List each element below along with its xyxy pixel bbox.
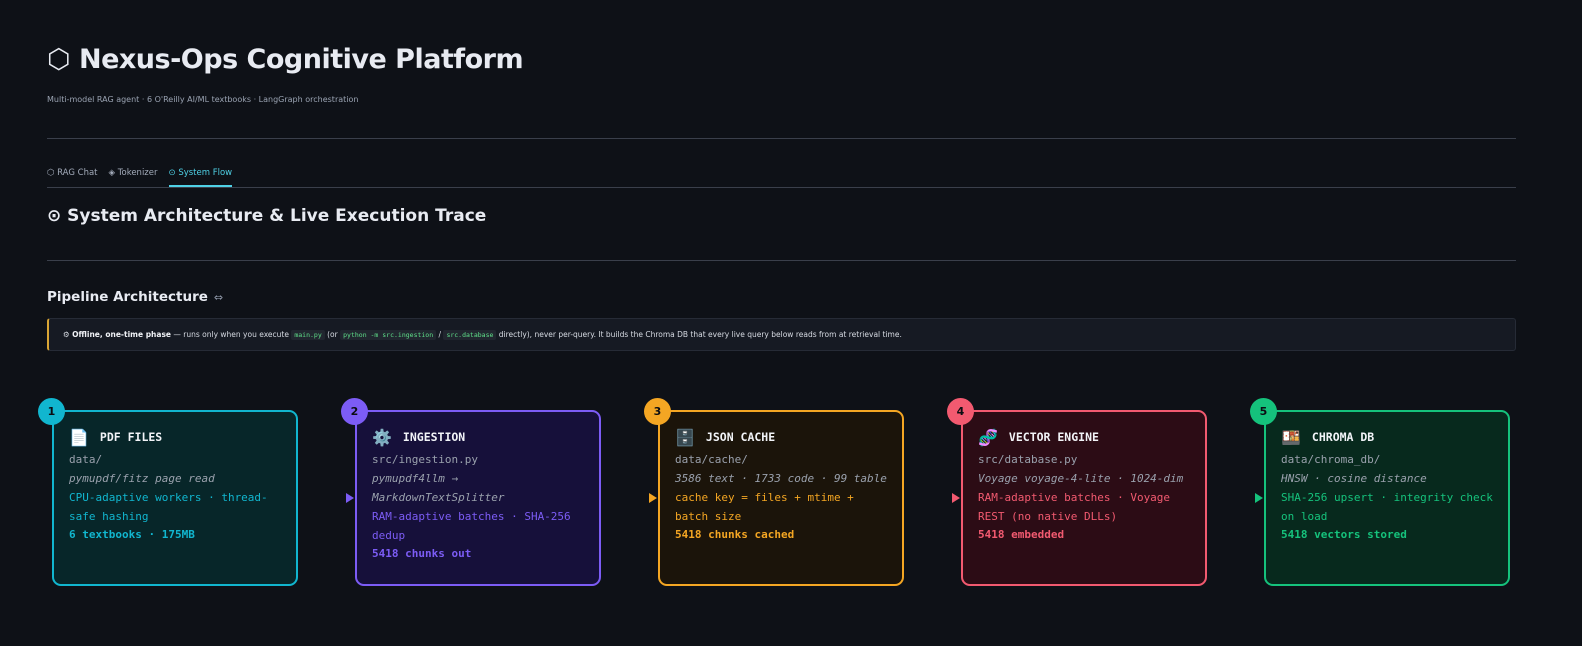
- divider: [47, 260, 1516, 261]
- stage-tool: pymupdf/fitz page read: [69, 472, 215, 485]
- stage-card: 📄 PDF FILES data/pymupdf/fitz page read CPU…: [52, 410, 298, 586]
- notice-code: python -m src.ingestion: [340, 330, 437, 340]
- document-icon: 📄: [69, 428, 89, 447]
- stage-tool: HNSW · cosine distance: [1281, 472, 1427, 485]
- stage-detail: RAM-adaptive batches · Voyage REST (no n…: [978, 491, 1171, 523]
- gear-icon: ⚙️: [372, 428, 392, 447]
- pipeline-heading-text: Pipeline Architecture: [47, 289, 208, 305]
- stage-detail: SHA-256 upsert · integrity check on load: [1281, 491, 1493, 523]
- stage-stat: 5418 chunks cached: [675, 528, 795, 541]
- stage-path: src/ingestion.py: [372, 453, 478, 466]
- stage-path: data/chroma_db/: [1281, 453, 1381, 466]
- stage-number-badge: 4: [947, 398, 974, 425]
- stage-path: data/: [69, 453, 103, 466]
- stage-stat: 5418 embedded: [978, 528, 1065, 541]
- divider: [47, 138, 1516, 139]
- stage-tool: pymupdf4llm → MarkdownTextSplitter: [372, 472, 505, 504]
- flow-connector: [601, 492, 657, 504]
- stage-tool: 3586 text · 1733 code · 99 table: [675, 472, 887, 485]
- link-icon[interactable]: ⇔: [214, 291, 223, 304]
- notice-code: src.database: [443, 330, 497, 340]
- notice-text: — runs only when you execute: [171, 330, 292, 339]
- stage-title: VECTOR ENGINE: [1008, 430, 1099, 444]
- tab-bar: ⬡ RAG Chat ◈ Tokenizer ⊙ System Flow: [47, 168, 232, 187]
- stage-card: 🍱 CHROMA DB data/chroma_db/HNSW · cosine d…: [1264, 410, 1510, 586]
- tab-system-flow[interactable]: ⊙ System Flow: [168, 168, 232, 187]
- notice-text: directly), never per-query. It builds th…: [496, 330, 902, 339]
- stage-title-row: 🗄️ JSON CACHE: [675, 428, 890, 447]
- stage-title-row: ⚙️ INGESTION: [372, 428, 587, 447]
- stage-number-badge: 2: [341, 398, 368, 425]
- page-subtitle: Multi-model RAG agent · 6 O'Reilly AI/ML…: [47, 95, 359, 104]
- flow-connector: [904, 492, 960, 504]
- page-title: ⬡ Nexus-Ops Cognitive Platform: [47, 44, 524, 75]
- stage-title-row: 🍱 CHROMA DB: [1281, 428, 1496, 447]
- stage-stat: 6 textbooks · 175MB: [69, 528, 195, 541]
- notice-code: main.py: [291, 330, 325, 340]
- stage-title-row: 🧬 VECTOR ENGINE: [978, 428, 1193, 447]
- stage-number-badge: 1: [38, 398, 65, 425]
- stage-stat: 5418 chunks out: [372, 547, 472, 560]
- stage-detail: cache key = files + mtime + batch size: [675, 491, 854, 523]
- gear-icon: ⚙: [63, 330, 70, 339]
- stage-title: CHROMA DB: [1311, 430, 1375, 444]
- flow-connector: [1207, 492, 1263, 504]
- notice-text: (or: [324, 330, 341, 339]
- stage-path: data/cache/: [675, 453, 748, 466]
- stage-title-row: 📄 PDF FILES: [69, 428, 284, 447]
- stage-path: src/database.py: [978, 453, 1078, 466]
- tab-divider: [47, 187, 1516, 188]
- stage-title: JSON CACHE: [705, 430, 776, 444]
- database-icon: 🍱: [1281, 428, 1301, 447]
- stage-card: 🧬 VECTOR ENGINE src/database.py Voyage voya…: [961, 410, 1207, 586]
- stage-title: PDF FILES: [99, 430, 163, 444]
- stage-card: ⚙️ INGESTION src/ingestion.py pymupdf4llm →…: [355, 410, 601, 586]
- stage-number-badge: 3: [644, 398, 671, 425]
- stage-tool: Voyage voyage-4-lite · 1024-dim: [978, 472, 1184, 485]
- notice-bold: Offline, one-time phase: [72, 330, 172, 339]
- stage-card: 🗄️ JSON CACHE data/cache/3586 text · 1733 …: [658, 410, 904, 586]
- tab-tokenizer[interactable]: ◈ Tokenizer: [109, 168, 158, 186]
- stage-title: INGESTION: [402, 430, 466, 444]
- offline-phase-notice: ⚙ Offline, one-time phase — runs only wh…: [47, 318, 1516, 351]
- flow-connector: [298, 492, 354, 504]
- stage-detail: RAM-adaptive batches · SHA-256 dedup: [372, 510, 571, 542]
- section-title: ⊙ System Architecture & Live Execution T…: [47, 206, 487, 226]
- pipeline-heading: Pipeline Architecture ⇔: [47, 289, 223, 305]
- stage-number-badge: 5: [1250, 398, 1277, 425]
- stage-detail: CPU-adaptive workers · thread-safe hashi…: [69, 491, 268, 523]
- cabinet-icon: 🗄️: [675, 428, 695, 447]
- tab-rag-chat[interactable]: ⬡ RAG Chat: [47, 168, 98, 186]
- stage-stat: 5418 vectors stored: [1281, 528, 1407, 541]
- dna-icon: 🧬: [978, 428, 998, 447]
